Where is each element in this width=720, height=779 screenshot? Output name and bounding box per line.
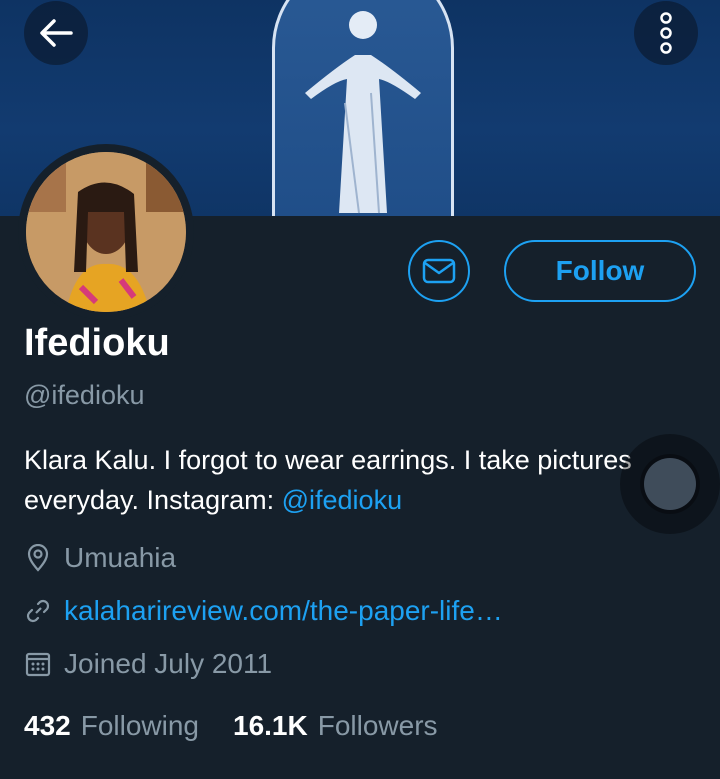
floating-assistive-button[interactable]: [644, 458, 696, 510]
calendar-icon: [24, 650, 52, 678]
website-link[interactable]: kalaharireview.com/the-paper-life…: [64, 595, 503, 627]
profile-bio: Klara Kalu. I forgot to wear earrings. I…: [24, 440, 704, 520]
more-vertical-icon: [660, 12, 672, 54]
follow-stats: 432 Following 16.1K Followers: [24, 710, 472, 742]
location-row: Umuahia: [24, 542, 176, 574]
avatar-image: [26, 152, 186, 312]
link-icon: [24, 597, 52, 625]
location-pin-icon: [24, 544, 52, 572]
followers-count: 16.1K: [233, 710, 308, 741]
more-options-button[interactable]: [634, 1, 698, 65]
bio-mention-link[interactable]: @ifedioku: [282, 485, 402, 515]
following-count: 432: [24, 710, 71, 741]
avatar-photo: [26, 152, 186, 312]
banner-statue-image: [272, 0, 454, 216]
profile-handle: @ifedioku: [24, 380, 145, 410]
followers-label: Followers: [317, 710, 438, 741]
back-button[interactable]: [24, 1, 88, 65]
message-button[interactable]: [408, 240, 470, 302]
following-label: Following: [80, 710, 199, 741]
location-text: Umuahia: [64, 542, 177, 573]
website-row: kalaharireview.com/the-paper-life…: [24, 595, 503, 627]
profile-name: Ifedioku: [24, 322, 170, 364]
joined-row: Joined July 2011: [24, 648, 272, 680]
envelope-icon: [422, 258, 456, 284]
avatar[interactable]: [18, 144, 194, 320]
joined-text: Joined July 2011: [64, 648, 273, 679]
arrow-left-icon: [40, 19, 73, 47]
follow-button[interactable]: Follow: [504, 240, 696, 302]
statue-figure: [305, 11, 421, 214]
followers-stat[interactable]: 16.1K Followers: [233, 710, 438, 742]
following-stat[interactable]: 432 Following: [24, 710, 199, 742]
